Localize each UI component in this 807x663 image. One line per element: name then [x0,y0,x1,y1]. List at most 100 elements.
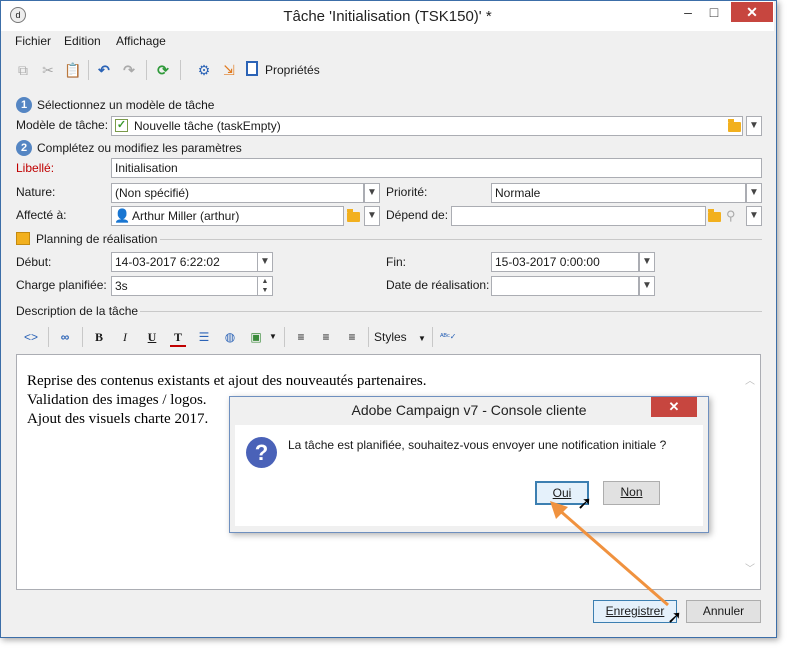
cut-icon[interactable]: ✂ [40,62,56,78]
rt-separator [368,327,369,347]
insert-link-globe-icon[interactable]: ◍ [222,329,238,345]
cancel-button[interactable]: Annuler [686,600,761,623]
paste-icon[interactable]: 📋 [64,62,81,78]
affecte-label: Affecté à: [16,208,67,222]
step-2-title: Complétez ou modifiez les paramètres [37,141,242,155]
bullet-list-icon[interactable]: ☰ [196,329,212,345]
menu-edition[interactable]: Edition [64,34,101,48]
debut-dropdown-button[interactable]: ▼ [257,252,273,272]
find-binoculars-icon[interactable]: ∞ [56,329,74,345]
model-dropdown-button[interactable]: ▼ [746,116,762,136]
depend-label: Dépend de: [386,208,449,222]
nature-label: Nature: [16,185,56,199]
folder-icon[interactable] [708,209,721,222]
libelle-label: Libellé: [16,161,55,175]
planning-title: Planning de réalisation [36,232,158,246]
fin-input[interactable]: 15-03-2017 0:00:00 [491,252,639,272]
rt-separator [82,327,83,347]
charge-label: Charge planifiée: [16,278,107,292]
insert-image-icon[interactable]: ▣ [248,329,264,345]
user-icon: 👤 [114,208,131,223]
styles-dropdown[interactable]: Styles ▼ [374,329,430,345]
redo-icon[interactable]: ↷ [121,62,137,78]
text-color-icon[interactable]: T [170,329,186,347]
checkbox-checked-icon: ✓ [115,119,128,132]
copy-icon[interactable]: ⧉ [15,62,31,78]
priorite-select[interactable]: Normale [491,183,746,203]
properties-label: Propriétés [265,63,320,77]
search-icon[interactable]: ⚲ [726,208,736,224]
nature-select[interactable]: (Non spécifié) [111,183,364,203]
description-divider [140,311,762,312]
menu-fichier[interactable]: Fichier [15,34,51,48]
scroll-down-icon[interactable]: ﹀ [745,560,755,575]
source-code-icon[interactable]: <> [22,329,40,345]
date-realisation-dropdown-button[interactable]: ▼ [639,276,655,296]
styles-label: Styles [374,330,407,344]
charge-input[interactable]: 3s [111,276,258,296]
scroll-up-icon[interactable]: ︿ [745,372,755,387]
annotation-arrow [550,501,669,607]
folder-icon[interactable] [347,209,360,222]
image-dropdown-arrow-icon[interactable]: ▼ [268,329,278,345]
affecte-dropdown-button[interactable]: ▼ [364,206,380,226]
step-1-badge: 1 [16,97,32,113]
affecte-field[interactable]: Arthur Miller (arthur) [111,206,344,226]
question-icon: ? [246,437,277,468]
libelle-input[interactable]: Initialisation [111,158,762,178]
priorite-label: Priorité: [386,185,428,199]
depend-dropdown-button[interactable]: ▼ [746,206,762,226]
align-center-icon[interactable]: ≡ [319,329,333,345]
minimize-button[interactable]: – [677,2,699,22]
fin-dropdown-button[interactable]: ▼ [639,252,655,272]
rt-separator [48,327,49,347]
nature-dropdown-button[interactable]: ▼ [364,183,380,203]
chevron-down-icon: ▼ [418,334,426,343]
align-right-icon[interactable]: ≡ [345,329,359,345]
title-bar: d Tâche 'Initialisation (TSK150)' * – □ … [1,1,774,31]
undo-icon[interactable]: ↶ [96,62,112,78]
rt-separator [432,327,433,347]
model-field[interactable]: Nouvelle tâche (taskEmpty) [111,116,743,136]
rt-separator [284,327,285,347]
annotation-arrow-line [557,507,669,607]
description-line: Ajout des visuels charte 2017. [27,411,209,427]
dialog-title: Adobe Campaign v7 - Console cliente [351,402,587,418]
maximize-button[interactable]: □ [703,2,725,22]
spell-check-icon[interactable]: ᴬᴮᶜ✓ [440,329,456,345]
menu-bar: Fichier Edition Affichage [1,31,774,51]
depend-field[interactable] [451,206,706,226]
description-line: Validation des images / logos. [27,392,207,408]
workflow-icon[interactable]: ⇲ [221,62,237,78]
description-line: Reprise des contenus existants et ajout … [27,373,427,389]
settings-gear-icon[interactable]: ⚙ [196,62,212,78]
debut-label: Début: [16,255,52,269]
fin-label: Fin: [386,255,407,269]
debut-input[interactable]: 14-03-2017 6:22:02 [111,252,258,272]
clipboard-icon [246,61,258,76]
folder-icon[interactable] [728,119,741,132]
model-label: Modèle de tâche: [16,118,109,132]
toolbar-separator [88,60,89,80]
bold-icon[interactable]: B [92,329,106,345]
window-title: Tâche 'Initialisation (TSK150)' * [283,8,492,25]
toolbar-separator [180,60,181,80]
step-1-title: Sélectionnez un modèle de tâche [37,98,215,112]
date-realisation-input[interactable] [491,276,639,296]
menu-affichage[interactable]: Affichage [116,34,166,48]
refresh-icon[interactable]: ⟳ [155,62,171,78]
dialog-message: La tâche est planifiée, souhaitez-vous e… [288,438,667,452]
step-2-badge: 2 [16,140,32,156]
toolbar-separator [146,60,147,80]
date-realisation-label: Date de réalisation: [386,278,490,292]
dialog-close-button[interactable]: ✕ [651,397,697,417]
charge-stepper[interactable]: ▲ ▼ [257,276,273,296]
align-left-icon[interactable]: ≡ [294,329,308,345]
close-button[interactable]: ✕ [731,2,773,22]
priorite-dropdown-button[interactable]: ▼ [746,183,762,203]
description-title: Description de la tâche [16,304,139,318]
calendar-icon [16,232,30,245]
italic-icon[interactable]: I [118,329,132,345]
planning-divider [160,239,762,240]
underline-icon[interactable]: U [145,329,159,345]
